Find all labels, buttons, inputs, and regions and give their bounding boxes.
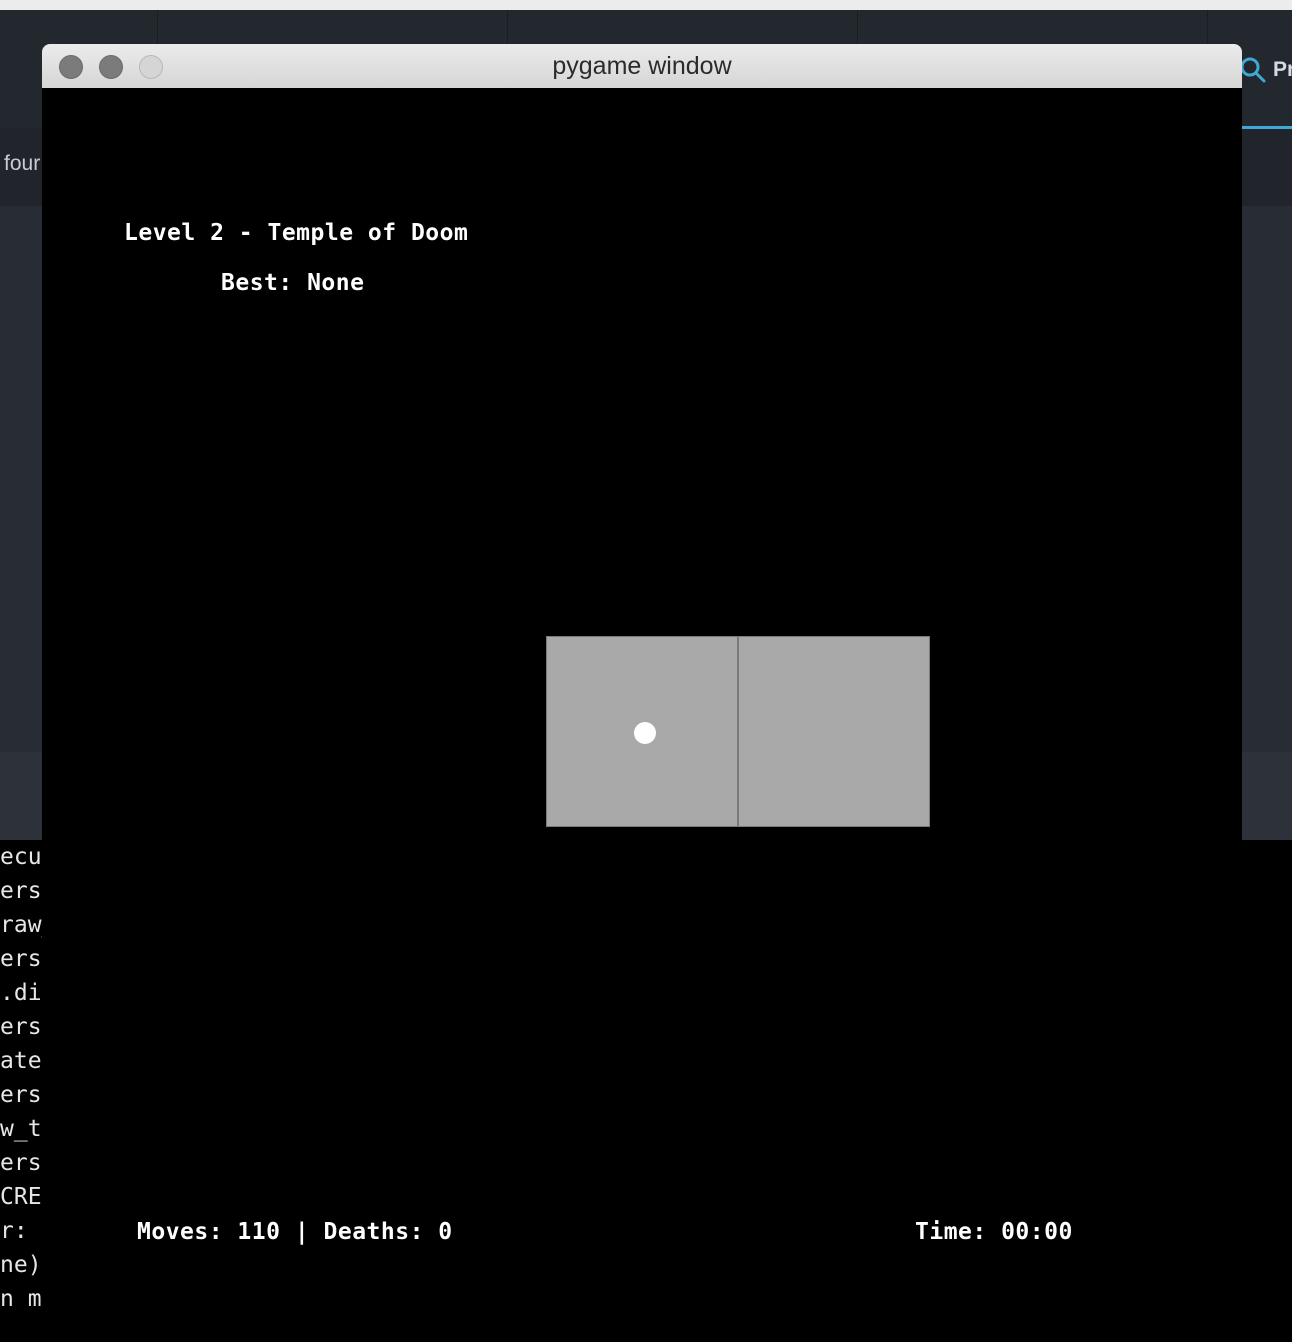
ide-search-label: Pr: [1273, 58, 1292, 81]
search-icon: [1240, 57, 1266, 83]
ide-tab-label[interactable]: four: [4, 152, 40, 176]
best-score: Best: None: [221, 270, 365, 296]
game-canvas[interactable]: Level 2 - Temple of Doom Best: None Move…: [42, 88, 1242, 1342]
terminal-line: ate: [0, 1048, 42, 1074]
floor-tile: [738, 636, 930, 827]
pygame-window: pygame window Level 2 - Temple of Doom B…: [42, 44, 1242, 1342]
terminal-line: CRE: [0, 1184, 42, 1210]
ide-search-underline: [1242, 126, 1292, 129]
timer: Time: 00:00: [915, 1219, 1073, 1245]
player-dot: [634, 722, 656, 744]
window-titlebar[interactable]: pygame window: [42, 44, 1242, 89]
level-title: Level 2 - Temple of Doom: [124, 220, 469, 246]
terminal-line: w_t: [0, 1116, 42, 1142]
terminal-line: ne): [0, 1252, 42, 1278]
terminal-line: .di: [0, 980, 42, 1006]
moves-deaths-counter: Moves: 110 | Deaths: 0: [137, 1219, 453, 1245]
window-title: pygame window: [552, 52, 732, 80]
